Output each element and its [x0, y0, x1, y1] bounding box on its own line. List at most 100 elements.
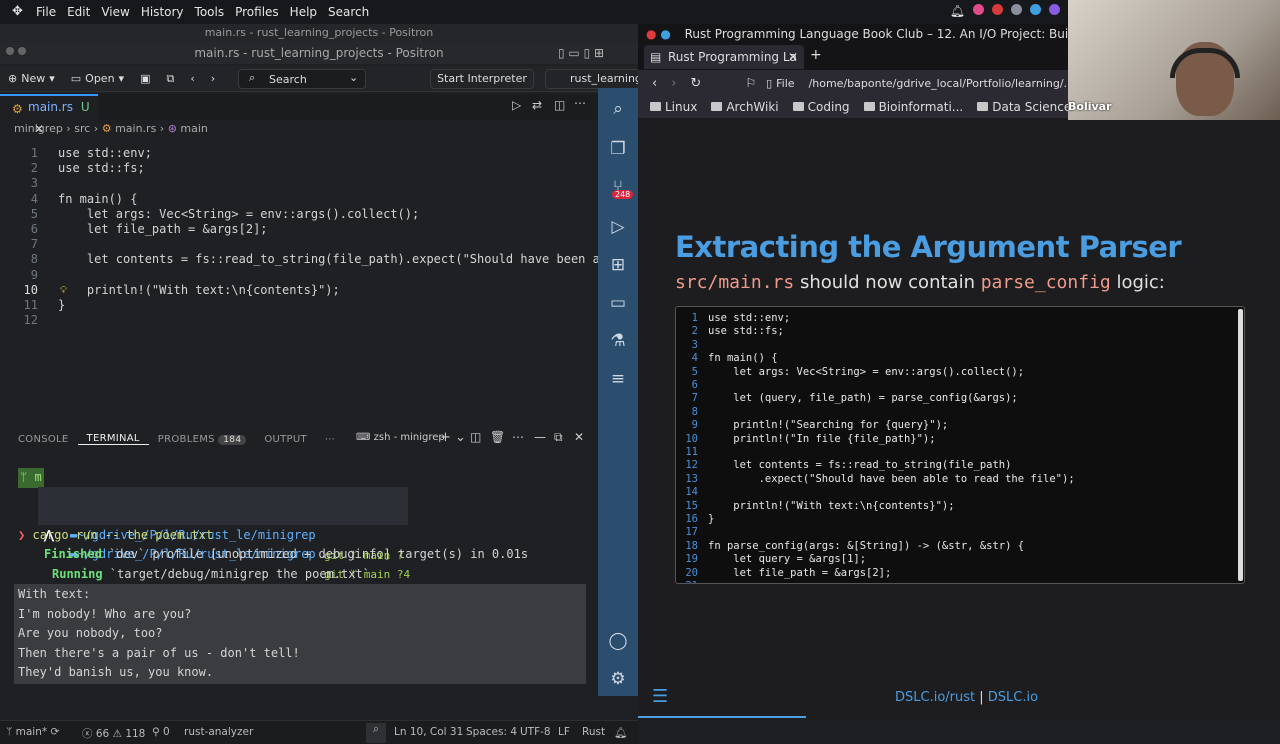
menu-item[interactable]: Tools	[195, 5, 225, 19]
more-icon[interactable]: ⋯	[574, 96, 586, 110]
browser-icon: ●	[660, 27, 671, 41]
line-number: 6	[30, 222, 38, 236]
webcam-name: Bolivar	[1068, 100, 1112, 113]
trash-icon[interactable]: 🗑︎	[490, 430, 505, 444]
bell-icon[interactable]: 🔔︎	[950, 4, 965, 18]
language-mode[interactable]: Rust	[582, 726, 605, 738]
testing-icon[interactable]: ⚗	[607, 330, 629, 352]
tab-problems[interactable]: PROBLEMS 184	[149, 434, 256, 445]
forward-button[interactable]: ›	[203, 72, 223, 85]
terminal-session[interactable]: ⌨ zsh - minigrep	[356, 432, 445, 443]
forward-icon[interactable]: ›	[671, 76, 676, 91]
bookmark-item[interactable]: ArchWiki	[711, 100, 779, 114]
maximize-panel-icon[interactable]: ⧉	[554, 430, 563, 445]
save-button[interactable]: ▣	[132, 72, 158, 85]
layout-icons[interactable]: ▯ ▭ ▯ ⊞	[558, 42, 604, 64]
tab-console[interactable]: CONSOLE	[0, 434, 78, 445]
close-panel-icon[interactable]: ✕	[574, 430, 584, 444]
gear-icon[interactable]: ⚙	[607, 668, 629, 690]
split-editor-icon[interactable]: ◫	[554, 98, 565, 112]
account-icon[interactable]: ◯	[607, 630, 629, 652]
code-block[interactable]: 1 use std::env; 2 use std::fs; 3 4 fn main() {…	[675, 306, 1245, 584]
rust-file-icon: ⚙	[101, 122, 112, 135]
split-terminal-icon[interactable]: ◫	[470, 430, 481, 444]
menu-item[interactable]: Help	[290, 5, 317, 19]
menu-item[interactable]: File	[36, 5, 56, 19]
footer-link-dslc[interactable]: DSLC.io	[988, 690, 1038, 705]
bell-icon[interactable]: 🔔︎	[614, 726, 627, 739]
run-debug-icon[interactable]: ▷	[607, 216, 629, 238]
bookmark-item[interactable]: Coding	[792, 100, 850, 114]
encoding[interactable]: UTF-8	[520, 726, 551, 738]
close-icon[interactable]: ✕	[788, 45, 798, 69]
minimize-panel-icon[interactable]: —	[534, 430, 546, 444]
bookmark-item[interactable]: Data Science...	[977, 100, 1083, 114]
more-icon[interactable]: ⋯	[512, 430, 524, 444]
scrollbar[interactable]	[1238, 309, 1243, 581]
zoom-icon[interactable]: ⌕	[366, 723, 386, 743]
menu-item[interactable]: Profiles	[235, 5, 279, 19]
new-button[interactable]: ⊕ New ▾	[0, 72, 63, 85]
shield-icon[interactable]	[1030, 4, 1041, 15]
project-button[interactable]: rust_learning_	[545, 69, 640, 89]
menu-item[interactable]: Edit	[67, 5, 90, 19]
file-icon: ▯	[766, 76, 773, 90]
lightbulb-icon[interactable]: 💡︎	[60, 283, 67, 298]
tab-rust-book[interactable]: ▤ Rust Programming La ✕	[644, 45, 804, 69]
book-page: Extracting the Argument Parser src/main.…	[638, 120, 1280, 720]
slack-icon[interactable]	[973, 4, 984, 15]
menu-icon[interactable]: ☰	[652, 686, 668, 707]
back-button[interactable]: ‹	[182, 72, 202, 85]
search-input[interactable]: ⌕ Search ⌄	[238, 69, 366, 89]
page-footer: ☰ DSLC.io/rust | DSLC.io	[638, 680, 1280, 720]
tab-terminal[interactable]: TERMINAL	[77, 433, 149, 445]
new-terminal-icon[interactable]: + ⌄	[440, 430, 466, 445]
tab-output[interactable]: OUTPUT	[255, 434, 316, 445]
menu-item[interactable]: Search	[328, 5, 369, 19]
extensions-icon[interactable]: ⊞	[607, 254, 629, 276]
more-icon[interactable]: ⋯	[316, 434, 344, 445]
line-number: 12	[685, 459, 698, 472]
chevron-down-icon: ⌄	[349, 71, 359, 84]
ports-status[interactable]: ⚲ 0	[152, 726, 170, 738]
save-all-button[interactable]: ⧉	[158, 72, 182, 86]
eol[interactable]: LF	[558, 726, 570, 738]
bookmark-icon[interactable]: ⚐	[745, 76, 756, 90]
indentation[interactable]: Spaces: 4	[466, 726, 517, 738]
analyzer-status[interactable]: rust-analyzer	[184, 726, 253, 738]
run-icon[interactable]: ▷	[512, 98, 521, 112]
line-number: 4	[30, 191, 38, 206]
terminal[interactable]: ᛘ m ⋀ ▬~/gdrive_/P/l/Ru/rust_le/minigrep…	[0, 464, 598, 704]
line-number: 1	[30, 146, 38, 160]
search-icon[interactable]: ⌕	[607, 98, 629, 120]
bookmark-item[interactable]: Linux	[650, 100, 697, 114]
app-launcher-icon[interactable]: ✥	[12, 4, 23, 19]
record-icon[interactable]	[992, 4, 1003, 15]
open-button[interactable]: ▭ Open ▾	[63, 72, 132, 85]
app-icon[interactable]	[1011, 4, 1022, 15]
code-editor[interactable]: 1 use std::env; 2 use std::fs; 3 4 fn main() {…	[0, 138, 636, 334]
url-input[interactable]: /home/baponte/gdrive_local/Portfolio/lea…	[809, 77, 1074, 90]
new-tab-icon[interactable]: +	[810, 47, 822, 63]
branch-status[interactable]: ᛘ main* ⟳	[6, 726, 59, 738]
code-line: println!("In file {file_path}");	[708, 432, 936, 445]
problems-status[interactable]: ⓧ 66 ⚠ 118	[82, 726, 145, 741]
start-interpreter-button[interactable]: Start Interpreter	[430, 69, 534, 89]
tab-main-rs[interactable]: ⚙ main.rs U ✕	[0, 94, 98, 136]
outline-icon[interactable]: ≡	[607, 368, 629, 390]
menu-item[interactable]: History	[141, 5, 184, 19]
footer-link-rust[interactable]: DSLC.io/rust	[895, 690, 975, 705]
cursor-position[interactable]: Ln 10, Col 31	[394, 726, 463, 738]
back-icon[interactable]: ‹	[652, 76, 657, 91]
output-line: Are you nobody, too?	[18, 626, 163, 640]
status-bar: ᛘ main* ⟳ ⓧ 66 ⚠ 118 ⚲ 0 rust-analyzer ⌕…	[0, 720, 638, 744]
reload-icon[interactable]: ↻	[690, 76, 701, 91]
browser-window: ● ● Rust Programming Language Book Club …	[638, 24, 1280, 720]
bookmark-item[interactable]: Bioinformati...	[863, 100, 963, 114]
prompt-line-2: ⋀ ▬~/gdrive_/P/l/Ru/rust_le/minigrep git…	[38, 506, 410, 581]
app-icon-2[interactable]	[1049, 4, 1060, 15]
remote-icon[interactable]: ▭	[607, 292, 629, 314]
menu-item[interactable]: View	[101, 5, 129, 19]
compare-icon[interactable]: ⇄	[532, 98, 542, 112]
explorer-icon[interactable]: ❐	[607, 138, 629, 160]
